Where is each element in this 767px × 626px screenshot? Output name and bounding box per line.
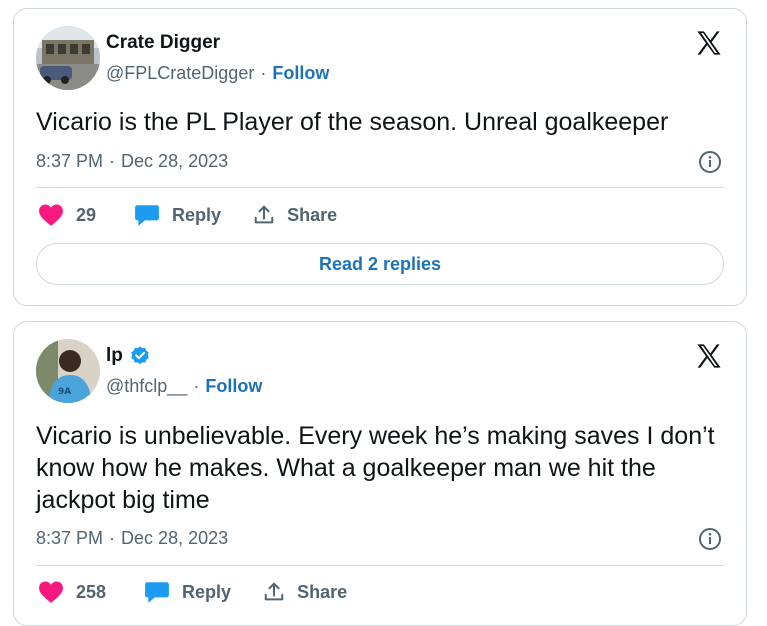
avatar-photo: 9A — [36, 339, 100, 403]
share-button[interactable]: Share — [253, 204, 337, 226]
follow-button[interactable]: Follow — [205, 376, 262, 397]
author-name-text: lp — [106, 345, 123, 366]
info-icon[interactable] — [698, 150, 722, 174]
divider — [36, 187, 724, 188]
reply-button[interactable]: Reply — [134, 203, 221, 227]
x-logo-icon[interactable] — [694, 342, 724, 370]
share-label: Share — [287, 204, 338, 225]
share-icon — [264, 582, 284, 601]
tweet-text: Vicario is the PL Player of the season. … — [36, 108, 669, 136]
like-button[interactable]: 29 — [38, 203, 96, 227]
like-count: 29 — [76, 204, 97, 225]
reply-label: Reply — [182, 581, 232, 602]
avatar[interactable]: 9A — [36, 339, 100, 403]
tweet-actions: 29 Reply Share — [38, 203, 337, 227]
heart-icon — [39, 581, 63, 603]
tweet-date: Dec 28, 2023 — [121, 151, 229, 171]
tweet-date: Dec 28, 2023 — [121, 528, 229, 548]
tweet-time: 8:37 PM — [36, 151, 104, 171]
divider — [36, 565, 724, 566]
handle-row: @FPLCrateDigger · Follow — [106, 63, 329, 84]
like-count: 258 — [76, 581, 107, 602]
x-logo-icon[interactable] — [694, 29, 724, 57]
author-name-text: Crate Digger — [106, 32, 221, 53]
separator-dot: · — [260, 63, 267, 83]
avatar-photo — [36, 26, 100, 90]
separator-dot: · — [109, 151, 116, 171]
author-name[interactable]: lp — [106, 345, 151, 367]
tweet-actions: 258 Reply Share — [38, 580, 347, 604]
reply-bubble-icon — [135, 205, 159, 226]
read-replies-button[interactable]: Read 2 replies — [36, 243, 724, 285]
tweet-time: 8:37 PM — [36, 528, 104, 548]
author-handle[interactable]: @FPLCrateDigger — [106, 63, 254, 84]
tweet-card-1: Crate Digger @FPLCrateDigger · Follow Vi… — [13, 8, 747, 306]
read-replies-label: Read 2 replies — [318, 253, 442, 274]
reply-button[interactable]: Reply — [144, 580, 231, 604]
reply-bubble-icon — [145, 582, 169, 603]
share-icon — [254, 205, 274, 224]
share-label: Share — [297, 581, 348, 602]
tweet-text: Vicario is unbelievable. Every week he’s… — [36, 422, 715, 514]
svg-text:9A: 9A — [58, 387, 71, 397]
verified-badge-icon — [131, 346, 149, 365]
handle-row: @thfclp__ · Follow — [106, 376, 262, 397]
timestamp-link[interactable]: 8:37 PM · Dec 28, 2023 — [36, 528, 228, 549]
author-name[interactable]: Crate Digger — [106, 32, 220, 54]
separator-dot: · — [193, 376, 200, 396]
separator-dot: · — [109, 528, 116, 548]
heart-icon — [39, 204, 63, 226]
reply-label: Reply — [172, 204, 222, 225]
author-handle[interactable]: @thfclp__ — [106, 376, 187, 397]
timestamp-link[interactable]: 8:37 PM · Dec 28, 2023 — [36, 151, 228, 172]
like-button[interactable]: 258 — [38, 580, 106, 604]
follow-button[interactable]: Follow — [272, 63, 329, 84]
avatar[interactable] — [36, 26, 100, 90]
share-button[interactable]: Share — [263, 581, 347, 603]
tweet-card-2: 9A lp @thfclp__ · Follow Vicario is unbe… — [13, 321, 747, 626]
info-icon[interactable] — [698, 527, 722, 551]
